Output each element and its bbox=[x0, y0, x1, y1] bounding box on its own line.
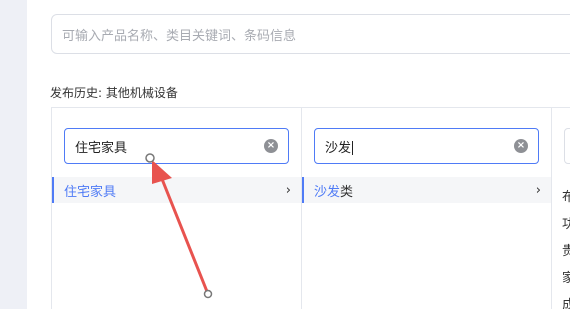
result-highlight: 住宅家具 bbox=[64, 184, 117, 200]
category-column-3: 布 功 贵 家 成 bbox=[552, 108, 570, 309]
text-caret bbox=[352, 141, 354, 155]
category-input-value-2: 沙发 bbox=[325, 140, 354, 156]
category-search-input-3[interactable] bbox=[564, 128, 570, 164]
clear-icon[interactable]: × bbox=[264, 139, 278, 153]
category-search-input-2[interactable]: 沙发 × bbox=[314, 128, 539, 164]
result-label: 沙发类 bbox=[314, 181, 536, 200]
product-search-input[interactable]: 可输入产品名称、类目关键词、条码信息 bbox=[51, 14, 570, 54]
result-highlight: 沙发 bbox=[314, 184, 341, 200]
category-result-item[interactable]: 住宅家具 › bbox=[52, 177, 301, 203]
category-list-3: 布 功 贵 家 成 bbox=[562, 184, 570, 309]
category-column-1: 住宅家具 × 住宅家具 › bbox=[52, 108, 302, 309]
category-column-2: 沙发 × 沙发类 › bbox=[302, 108, 552, 309]
list-item[interactable]: 家 bbox=[562, 265, 570, 292]
result-label: 住宅家具 bbox=[64, 181, 286, 200]
clear-icon[interactable]: × bbox=[514, 139, 528, 153]
list-item[interactable]: 布 bbox=[562, 184, 570, 211]
category-result-item[interactable]: 沙发类 › bbox=[302, 177, 551, 203]
page: 可输入产品名称、类目关键词、条码信息 发布历史: 其他机械设备 住宅家具 × 住… bbox=[0, 0, 570, 309]
chevron-right-icon: › bbox=[535, 182, 541, 198]
main-content: 可输入产品名称、类目关键词、条码信息 发布历史: 其他机械设备 住宅家具 × 住… bbox=[27, 0, 570, 309]
publish-history[interactable]: 发布历史: 其他机械设备 bbox=[50, 84, 178, 101]
category-input-value-1: 住宅家具 bbox=[75, 140, 128, 156]
result-rest: 类 bbox=[340, 184, 354, 200]
list-item[interactable]: 成 bbox=[562, 292, 570, 309]
left-sidebar bbox=[0, 0, 27, 309]
chevron-right-icon: › bbox=[285, 182, 291, 198]
list-item[interactable]: 功 bbox=[562, 211, 570, 238]
search-placeholder: 可输入产品名称、类目关键词、条码信息 bbox=[62, 28, 297, 44]
category-panel: 住宅家具 × 住宅家具 › 沙发 × 沙发类 › 布 功 贵 家 成 bbox=[51, 107, 570, 309]
list-item[interactable]: 贵 bbox=[562, 238, 570, 265]
category-search-input-1[interactable]: 住宅家具 × bbox=[64, 128, 289, 164]
